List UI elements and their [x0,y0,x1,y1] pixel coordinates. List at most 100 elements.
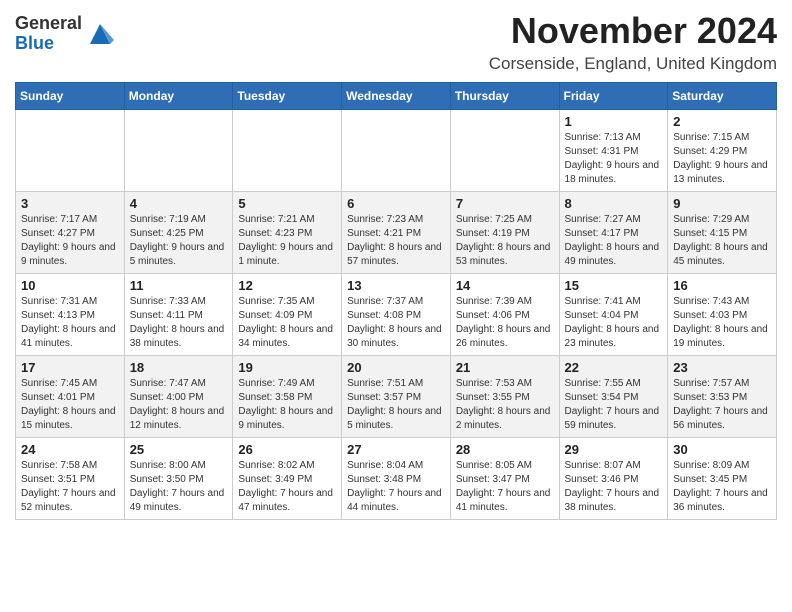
calendar-cell: 22 Sunrise: 7:55 AM Sunset: 3:54 PM Dayli… [559,356,668,438]
calendar-cell: 16 Sunrise: 7:43 AM Sunset: 4:03 PM Dayli… [668,274,777,356]
day-number: 14 [456,278,554,293]
day-detail: Sunrise: 7:51 AM Sunset: 3:57 PM Dayligh… [347,377,445,433]
calendar-cell: 29 Sunrise: 8:07 AM Sunset: 3:46 PM Dayli… [559,438,668,520]
calendar-cell [450,110,559,192]
calendar-cell: 3 Sunrise: 7:17 AM Sunset: 4:27 PM Daylig… [16,192,125,274]
logo: General Blue [15,14,114,54]
weekday-header-cell: Wednesday [342,83,451,110]
calendar-row: 24 Sunrise: 7:58 AM Sunset: 3:51 PM Dayli… [16,438,777,520]
day-number: 28 [456,442,554,457]
day-detail: Sunrise: 7:41 AM Sunset: 4:04 PM Dayligh… [565,295,663,351]
calendar-cell: 30 Sunrise: 8:09 AM Sunset: 3:45 PM Dayli… [668,438,777,520]
day-detail: Sunrise: 7:49 AM Sunset: 3:58 PM Dayligh… [238,377,336,433]
day-detail: Sunrise: 7:57 AM Sunset: 3:53 PM Dayligh… [673,377,771,433]
calendar-row: 10 Sunrise: 7:31 AM Sunset: 4:13 PM Dayli… [16,274,777,356]
day-detail: Sunrise: 7:23 AM Sunset: 4:21 PM Dayligh… [347,213,445,269]
day-detail: Sunrise: 7:39 AM Sunset: 4:06 PM Dayligh… [456,295,554,351]
day-number: 16 [673,278,771,293]
logo-blue: Blue [15,34,82,54]
weekday-header-cell: Saturday [668,83,777,110]
title-block: November 2024 Corsenside, England, Unite… [489,10,777,74]
day-number: 1 [565,114,663,129]
day-detail: Sunrise: 7:15 AM Sunset: 4:29 PM Dayligh… [673,131,771,187]
day-detail: Sunrise: 7:58 AM Sunset: 3:51 PM Dayligh… [21,459,119,515]
day-number: 11 [130,278,228,293]
day-number: 4 [130,196,228,211]
header: General Blue November 2024 Corsenside, E… [15,10,777,74]
calendar-cell: 13 Sunrise: 7:37 AM Sunset: 4:08 PM Dayli… [342,274,451,356]
calendar-row: 1 Sunrise: 7:13 AM Sunset: 4:31 PM Daylig… [16,110,777,192]
day-number: 6 [347,196,445,211]
calendar-cell: 21 Sunrise: 7:53 AM Sunset: 3:55 PM Dayli… [450,356,559,438]
day-number: 17 [21,360,119,375]
day-detail: Sunrise: 7:31 AM Sunset: 4:13 PM Dayligh… [21,295,119,351]
day-number: 12 [238,278,336,293]
day-detail: Sunrise: 7:17 AM Sunset: 4:27 PM Dayligh… [21,213,119,269]
day-number: 10 [21,278,119,293]
day-detail: Sunrise: 8:05 AM Sunset: 3:47 PM Dayligh… [456,459,554,515]
day-detail: Sunrise: 7:19 AM Sunset: 4:25 PM Dayligh… [130,213,228,269]
day-number: 8 [565,196,663,211]
day-number: 27 [347,442,445,457]
day-number: 19 [238,360,336,375]
day-number: 30 [673,442,771,457]
day-detail: Sunrise: 7:43 AM Sunset: 4:03 PM Dayligh… [673,295,771,351]
calendar-cell: 27 Sunrise: 8:04 AM Sunset: 3:48 PM Dayli… [342,438,451,520]
day-detail: Sunrise: 8:09 AM Sunset: 3:45 PM Dayligh… [673,459,771,515]
day-number: 18 [130,360,228,375]
day-detail: Sunrise: 8:04 AM Sunset: 3:48 PM Dayligh… [347,459,445,515]
calendar-cell: 20 Sunrise: 7:51 AM Sunset: 3:57 PM Dayli… [342,356,451,438]
calendar-cell [124,110,233,192]
weekday-header-cell: Tuesday [233,83,342,110]
calendar-cell: 26 Sunrise: 8:02 AM Sunset: 3:49 PM Dayli… [233,438,342,520]
calendar-cell: 18 Sunrise: 7:47 AM Sunset: 4:00 PM Dayli… [124,356,233,438]
day-detail: Sunrise: 7:37 AM Sunset: 4:08 PM Dayligh… [347,295,445,351]
day-number: 23 [673,360,771,375]
day-number: 24 [21,442,119,457]
calendar-cell: 8 Sunrise: 7:27 AM Sunset: 4:17 PM Daylig… [559,192,668,274]
day-number: 26 [238,442,336,457]
day-detail: Sunrise: 7:53 AM Sunset: 3:55 PM Dayligh… [456,377,554,433]
day-detail: Sunrise: 7:55 AM Sunset: 3:54 PM Dayligh… [565,377,663,433]
day-number: 22 [565,360,663,375]
day-number: 13 [347,278,445,293]
day-detail: Sunrise: 7:45 AM Sunset: 4:01 PM Dayligh… [21,377,119,433]
calendar-cell: 19 Sunrise: 7:49 AM Sunset: 3:58 PM Dayli… [233,356,342,438]
calendar-cell: 24 Sunrise: 7:58 AM Sunset: 3:51 PM Dayli… [16,438,125,520]
day-detail: Sunrise: 7:29 AM Sunset: 4:15 PM Dayligh… [673,213,771,269]
day-detail: Sunrise: 7:47 AM Sunset: 4:00 PM Dayligh… [130,377,228,433]
calendar-row: 3 Sunrise: 7:17 AM Sunset: 4:27 PM Daylig… [16,192,777,274]
day-number: 29 [565,442,663,457]
day-detail: Sunrise: 7:13 AM Sunset: 4:31 PM Dayligh… [565,131,663,187]
day-number: 2 [673,114,771,129]
day-detail: Sunrise: 7:35 AM Sunset: 4:09 PM Dayligh… [238,295,336,351]
day-number: 20 [347,360,445,375]
day-detail: Sunrise: 8:07 AM Sunset: 3:46 PM Dayligh… [565,459,663,515]
calendar-cell: 28 Sunrise: 8:05 AM Sunset: 3:47 PM Dayli… [450,438,559,520]
day-detail: Sunrise: 7:27 AM Sunset: 4:17 PM Dayligh… [565,213,663,269]
calendar-cell: 10 Sunrise: 7:31 AM Sunset: 4:13 PM Dayli… [16,274,125,356]
day-number: 3 [21,196,119,211]
calendar-cell: 15 Sunrise: 7:41 AM Sunset: 4:04 PM Dayli… [559,274,668,356]
day-detail: Sunrise: 8:02 AM Sunset: 3:49 PM Dayligh… [238,459,336,515]
day-detail: Sunrise: 7:25 AM Sunset: 4:19 PM Dayligh… [456,213,554,269]
weekday-header-cell: Sunday [16,83,125,110]
calendar-cell: 2 Sunrise: 7:15 AM Sunset: 4:29 PM Daylig… [668,110,777,192]
calendar-cell: 6 Sunrise: 7:23 AM Sunset: 4:21 PM Daylig… [342,192,451,274]
day-number: 5 [238,196,336,211]
day-number: 25 [130,442,228,457]
day-number: 15 [565,278,663,293]
calendar-cell: 25Sunrise: 8:00 AM Sunset: 3:50 PM Dayli… [124,438,233,520]
day-detail: Sunrise: 7:33 AM Sunset: 4:11 PM Dayligh… [130,295,228,351]
day-detail: Sunrise: 7:21 AM Sunset: 4:23 PM Dayligh… [238,213,336,269]
calendar-cell: 1 Sunrise: 7:13 AM Sunset: 4:31 PM Daylig… [559,110,668,192]
calendar-cell: 9Sunrise: 7:29 AM Sunset: 4:15 PM Daylig… [668,192,777,274]
calendar-cell: 5 Sunrise: 7:21 AM Sunset: 4:23 PM Daylig… [233,192,342,274]
calendar-cell: 14 Sunrise: 7:39 AM Sunset: 4:06 PM Dayli… [450,274,559,356]
calendar-cell: 4 Sunrise: 7:19 AM Sunset: 4:25 PM Daylig… [124,192,233,274]
calendar-cell: 17 Sunrise: 7:45 AM Sunset: 4:01 PM Dayli… [16,356,125,438]
month-title: November 2024 [489,10,777,52]
day-number: 21 [456,360,554,375]
logo-general: General [15,14,82,34]
weekday-header: SundayMondayTuesdayWednesdayThursdayFrid… [16,83,777,110]
